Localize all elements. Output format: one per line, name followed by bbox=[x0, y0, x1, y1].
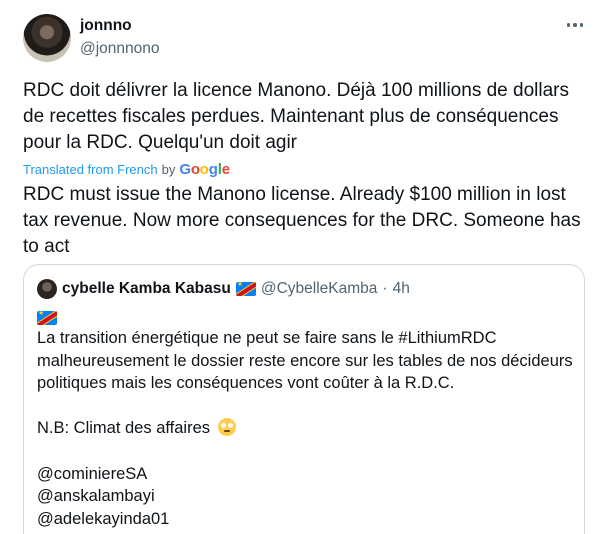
quoted-blank-line bbox=[37, 395, 577, 418]
quoted-paragraph: N.B: Climat des affaires bbox=[37, 417, 577, 440]
quoted-nb-text: N.B: Climat des affaires bbox=[37, 419, 211, 438]
author-name[interactable]: jonnno bbox=[80, 17, 132, 35]
mention-link[interactable]: @anskalambayi bbox=[37, 485, 577, 508]
translated-from-label: Translated from French bbox=[23, 162, 158, 177]
rolling-eyes-emoji-icon bbox=[217, 418, 236, 437]
quoted-timestamp[interactable]: 4h bbox=[393, 280, 410, 298]
quoted-author-name[interactable]: cybelle Kamba Kabasu bbox=[62, 280, 231, 298]
separator-dot: · bbox=[382, 280, 388, 297]
tweet-original-text: RDC doit délivrer la licence Manono. Déj… bbox=[23, 80, 569, 153]
quoted-flag-line bbox=[37, 309, 57, 327]
author-handle[interactable]: @jonnnono bbox=[80, 40, 160, 58]
quoted-paragraph: La transition énergétique ne peut se fai… bbox=[37, 329, 573, 393]
quoted-author-handle[interactable]: @CybelleKamba bbox=[261, 280, 378, 298]
quoted-blank-line bbox=[37, 440, 577, 463]
tweet-translation-text: RDC must issue the Manono license. Alrea… bbox=[23, 184, 581, 257]
author-avatar[interactable] bbox=[23, 14, 71, 62]
quoted-tweet[interactable]: cybelle Kamba Kabasu @CybelleKamba · 4h … bbox=[23, 264, 585, 534]
quoted-tweet-header: cybelle Kamba Kabasu @CybelleKamba · 4h bbox=[37, 279, 410, 299]
tweet-header: jonnno @jonnnono bbox=[23, 14, 588, 62]
quoted-author-avatar[interactable] bbox=[37, 279, 57, 299]
congo-flag-icon bbox=[235, 282, 256, 296]
mention-link[interactable]: @adelekayinda01 bbox=[37, 508, 577, 531]
mention-link[interactable]: @cominiereSA bbox=[37, 463, 577, 486]
google-logo: Google bbox=[179, 161, 230, 178]
translated-by-label: by bbox=[161, 162, 176, 177]
more-options-icon[interactable] bbox=[564, 16, 586, 34]
translated-from-link[interactable]: Translated from French by Google bbox=[23, 161, 230, 178]
congo-flag-icon bbox=[37, 310, 57, 325]
quoted-tweet-body: La transition énergétique ne peut se fai… bbox=[37, 327, 577, 530]
